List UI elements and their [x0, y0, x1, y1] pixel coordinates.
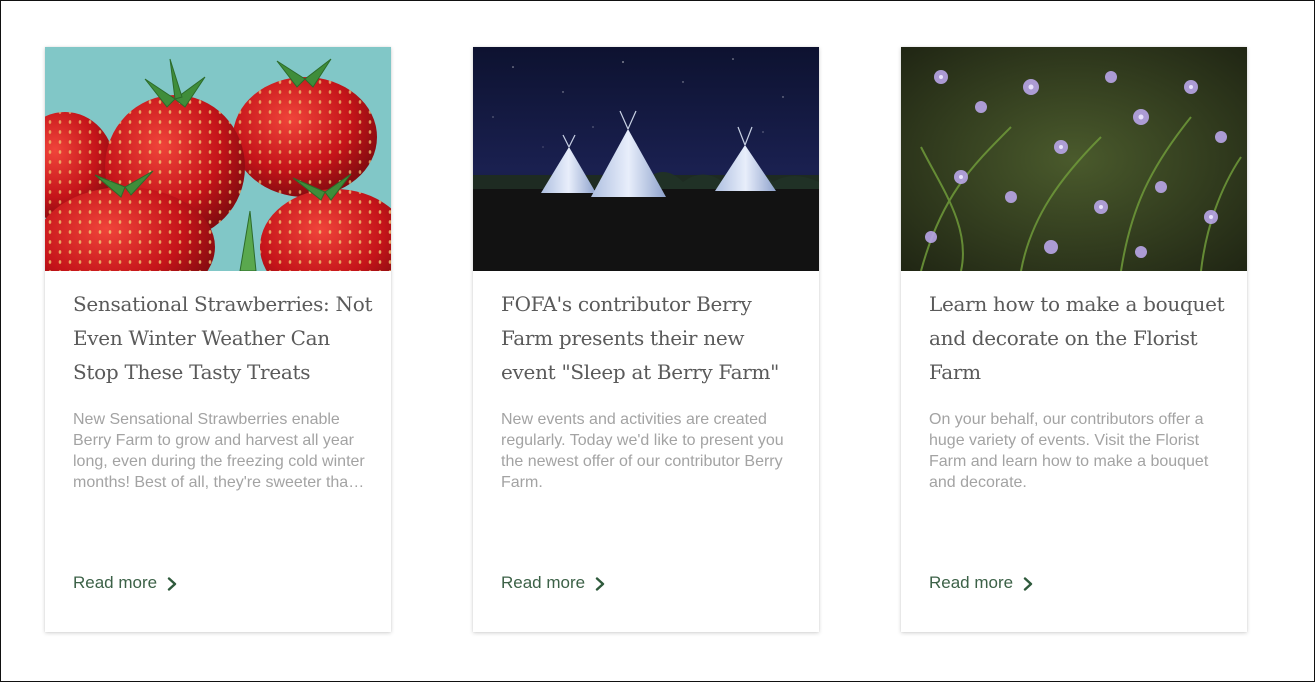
read-more-link[interactable]: Read more	[501, 573, 607, 593]
article-excerpt: On your behalf, our contributors offer a…	[929, 411, 1209, 491]
read-more-label: Read more	[73, 573, 158, 592]
article-card-berry-farm-event: FOFA's contributor Berry Farm presents t…	[473, 47, 819, 632]
teepees-at-night-photo[interactable]	[473, 47, 819, 271]
page: Sensational Strawberries: Not Even Winte…	[0, 0, 1315, 682]
article-excerpt: New events and activities are created re…	[501, 411, 784, 491]
read-more-label: Read more	[501, 573, 586, 592]
article-card-strawberries: Sensational Strawberries: Not Even Winte…	[45, 47, 391, 632]
read-more-link[interactable]: Read more	[73, 573, 179, 593]
read-more-link[interactable]: Read more	[929, 573, 1035, 593]
article-title[interactable]: Learn how to make a bouquet and decorate…	[929, 287, 1229, 389]
purple-flowers-photo[interactable]	[901, 47, 1247, 271]
read-more-label: Read more	[929, 573, 1014, 592]
chevron-right-icon	[167, 576, 177, 591]
strawberries-photo[interactable]	[45, 47, 391, 271]
article-excerpt: New Sensational Strawberries enable Berr…	[73, 411, 365, 491]
article-card-florist-farm: Learn how to make a bouquet and decorate…	[901, 47, 1247, 632]
article-title[interactable]: FOFA's contributor Berry Farm presents t…	[501, 287, 801, 389]
chevron-right-icon	[1023, 576, 1033, 591]
chevron-right-icon	[595, 576, 605, 591]
article-title[interactable]: Sensational Strawberries: Not Even Winte…	[73, 287, 373, 389]
